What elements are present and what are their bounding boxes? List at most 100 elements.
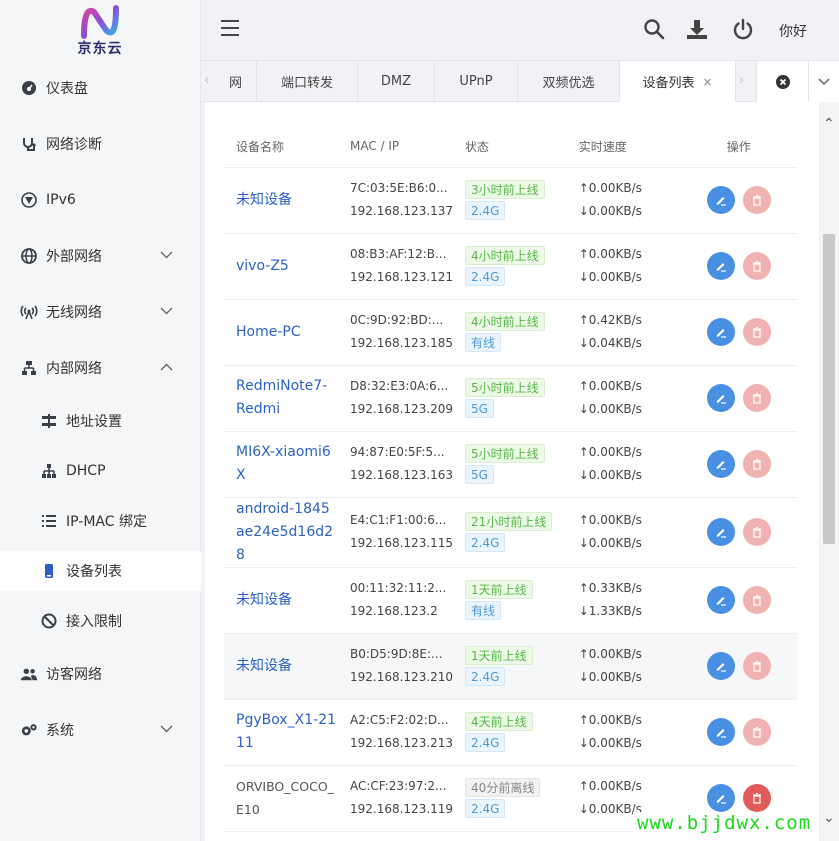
table-row: PgyBox_X1-2111 A2:C5:F2:02:D... 192.168.12… xyxy=(224,699,797,766)
user-greeting[interactable]: 你好 xyxy=(779,21,807,41)
edit-button[interactable] xyxy=(706,652,735,680)
download-speed: ↓0.00KB/s xyxy=(578,670,642,684)
cell-name: Home-PC xyxy=(224,299,338,366)
download-speed: ↓0.04KB/s xyxy=(578,336,642,350)
address-icon xyxy=(40,412,58,430)
cell-name: ORVIBO_COCO_E10 xyxy=(224,765,338,832)
table-row: 未知设备 7C:03:5E:B6:0... 192.168.123.137 3小时前上… xyxy=(224,167,797,234)
chevron-up-icon xyxy=(160,360,173,374)
cell-mac-ip: 94:87:E0:5F:5... 192.168.123.163 xyxy=(337,431,454,498)
close-all-tabs-button[interactable] xyxy=(756,61,808,102)
download-speed: ↓0.00KB/s xyxy=(578,536,642,550)
device-name-link[interactable]: 未知设备 xyxy=(236,655,336,678)
col-header-speed: 实时速度 xyxy=(566,126,681,168)
delete-button xyxy=(742,718,771,746)
device-name-link[interactable]: Home-PC xyxy=(236,321,336,344)
sidebar-item[interactable]: 无线网络 xyxy=(0,292,201,332)
delete-button xyxy=(742,652,771,680)
device-name-link[interactable]: android-1845ae24e5d16d28 xyxy=(236,498,336,567)
upload-speed: ↑0.00KB/s xyxy=(578,779,642,793)
edit-button[interactable] xyxy=(706,384,735,412)
ban-icon xyxy=(40,612,58,630)
edit-button[interactable] xyxy=(706,252,735,280)
sidebar-item[interactable]: 网络诊断 xyxy=(0,124,201,164)
tab-dual-band[interactable]: 双频优选 xyxy=(518,61,620,102)
tab-network-partial[interactable]: 网 xyxy=(215,61,257,102)
device-name-link[interactable]: MI6X-xiaomi6X xyxy=(236,441,336,487)
tabs-scroll-right-icon[interactable]: › xyxy=(739,73,744,88)
status-badge: 4小时前上线 xyxy=(465,246,545,265)
sidebar-item[interactable]: 地址设置 xyxy=(0,401,201,441)
table-row: RedmiNote7-Redmi D8:32:E3:0A:6... 192.168.… xyxy=(224,365,797,432)
status-badge: 40分前离线 xyxy=(465,778,541,797)
device-name-link[interactable]: 未知设备 xyxy=(236,589,336,612)
sidebar-item[interactable]: 内部网络 xyxy=(0,348,201,388)
edit-button[interactable] xyxy=(706,586,735,614)
download-speed: ↓0.00KB/s xyxy=(578,204,642,218)
table-row: Home-PC 0C:9D:92:BD:... 192.168.123.185 4小时… xyxy=(224,299,797,366)
sidebar-item[interactable]: 仪表盘 xyxy=(0,68,201,108)
tabs-scroll-left-icon[interactable]: ‹ xyxy=(204,73,209,88)
scrollbar-thumb[interactable] xyxy=(823,234,835,544)
device-name-link[interactable]: PgyBox_X1-2111 xyxy=(236,709,336,755)
cell-mac-ip: 7C:03:5E:B6:0... 192.168.123.137 xyxy=(337,167,454,234)
device-name-link[interactable]: 未知设备 xyxy=(236,189,336,212)
vertical-scrollbar[interactable]: ⌃ ⌄ xyxy=(820,102,839,841)
sidebar-item[interactable]: IPv6 xyxy=(0,180,201,220)
upload-speed: ↑0.00KB/s xyxy=(578,513,642,527)
edit-button[interactable] xyxy=(706,518,735,546)
delete-button xyxy=(742,450,771,478)
sidebar-item-label: 无线网络 xyxy=(46,305,102,321)
download-speed: ↓1.33KB/s xyxy=(578,604,642,618)
sidebar-item[interactable]: IP-MAC 绑定 xyxy=(0,501,201,541)
scroll-up-icon[interactable]: ⌃ xyxy=(823,116,835,132)
sidebar-item-label: 访客网络 xyxy=(46,667,102,683)
power-icon[interactable] xyxy=(732,18,754,40)
sidebar-item[interactable]: 设备列表 xyxy=(0,551,201,591)
edit-button[interactable] xyxy=(706,718,735,746)
cell-actions xyxy=(680,567,797,634)
tab-device-list[interactable]: 设备列表 × xyxy=(620,61,736,102)
device-list-panel: 设备名称 MAC / IP 状态 实时速度 操作 未知设备 7C:03:5E:B6… xyxy=(205,102,819,841)
sidebar-item[interactable]: 外部网络 xyxy=(0,236,201,276)
edit-button[interactable] xyxy=(706,784,735,812)
sidebar-item[interactable]: 系统 xyxy=(0,710,201,750)
download-speed: ↓0.00KB/s xyxy=(578,736,642,750)
menu-toggle-icon[interactable] xyxy=(221,20,241,40)
sidebar-item-label: 网络诊断 xyxy=(46,137,102,153)
lan-icon xyxy=(20,359,38,377)
device-name-link[interactable]: ORVIBO_COCO_E10 xyxy=(236,775,336,821)
device-name-link[interactable]: vivo-Z5 xyxy=(236,255,336,278)
device-name-link[interactable]: RedmiNote7-Redmi xyxy=(236,375,336,421)
sidebar-item[interactable]: DHCP xyxy=(0,451,201,491)
table-row: 未知设备 B0:D5:9D:8E:... 192.168.123.210 1天前上线 2… xyxy=(224,633,797,700)
mac-address: D8:32:E3:0A:6... xyxy=(349,379,449,393)
cell-actions xyxy=(680,497,797,568)
download-icon[interactable] xyxy=(686,18,708,40)
close-circle-icon xyxy=(775,74,790,89)
chevron-down-icon xyxy=(160,304,173,318)
table-row: MI6X-xiaomi6X 94:87:E0:5F:5... 192.168.123… xyxy=(224,431,797,498)
tab-menu-button[interactable] xyxy=(808,61,839,102)
cell-speed: ↑0.00KB/s ↓0.00KB/s xyxy=(566,699,681,766)
edit-button[interactable] xyxy=(706,318,735,346)
globe-icon xyxy=(20,247,38,265)
edit-button[interactable] xyxy=(706,186,735,214)
scroll-down-icon[interactable]: ⌄ xyxy=(823,810,835,826)
sidebar-item-label: 地址设置 xyxy=(66,414,122,430)
tab-close-icon[interactable]: × xyxy=(702,75,712,89)
cell-name: vivo-Z5 xyxy=(224,233,338,300)
tab-dmz[interactable]: DMZ xyxy=(358,61,435,102)
sidebar-item[interactable]: 接入限制 xyxy=(0,601,201,641)
upload-speed: ↑0.00KB/s xyxy=(578,713,642,727)
edit-button[interactable] xyxy=(706,450,735,478)
cell-name: android-1845ae24e5d16d28 xyxy=(224,497,338,568)
tab-port-forward[interactable]: 端口转发 xyxy=(257,61,358,102)
cell-speed: ↑0.00KB/s ↓0.00KB/s xyxy=(566,497,681,568)
tab-upnp[interactable]: UPnP xyxy=(435,61,518,102)
status-badge: 4天前上线 xyxy=(465,712,533,731)
ipv6-icon xyxy=(20,191,38,209)
delete-button[interactable] xyxy=(742,784,771,812)
search-icon[interactable] xyxy=(643,18,665,40)
sidebar-item[interactable]: 访客网络 xyxy=(0,654,201,694)
